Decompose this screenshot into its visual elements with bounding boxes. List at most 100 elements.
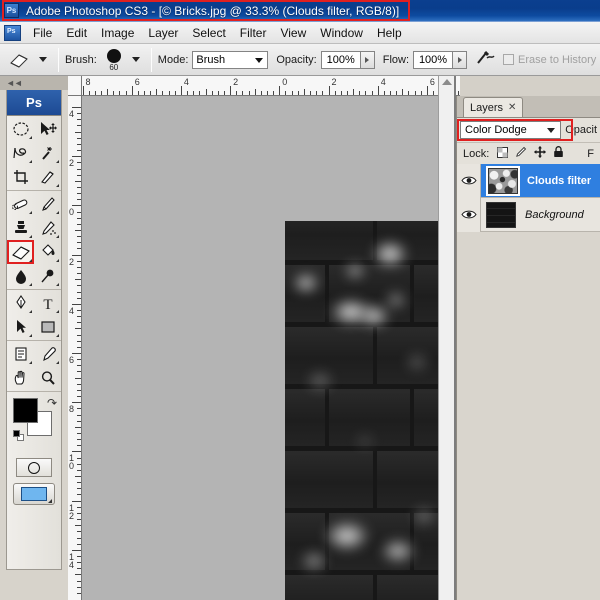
menu-item-filter[interactable]: Filter xyxy=(233,24,274,42)
menu-item-help[interactable]: Help xyxy=(370,24,409,42)
ruler-major-tick xyxy=(72,353,81,354)
eraser-tool[interactable] xyxy=(7,240,34,264)
menu-item-view[interactable]: View xyxy=(273,24,313,42)
healing-brush-tool[interactable] xyxy=(7,192,34,216)
layer-thumbnail-clouds[interactable] xyxy=(488,167,518,194)
brick-mortar-vertical xyxy=(325,265,329,322)
ruler-minor-tick xyxy=(75,525,81,527)
ruler-minor-tick xyxy=(125,91,127,95)
tab-layers[interactable]: Layers ✕ xyxy=(463,97,524,117)
brush-preview[interactable]: 60 xyxy=(101,48,127,72)
ruler-major-tick xyxy=(72,254,81,256)
clouds-glow xyxy=(413,507,435,525)
clouds-glow xyxy=(345,263,365,279)
ruler-minor-tick xyxy=(77,309,81,311)
layer-row-clouds-filter[interactable]: Clouds filter xyxy=(457,163,600,198)
slice-tool[interactable] xyxy=(34,165,61,189)
eyedropper-tool[interactable] xyxy=(34,342,61,366)
pen-tool[interactable] xyxy=(7,291,34,315)
photoshop-icon: Ps xyxy=(4,3,19,18)
app-menu-icon[interactable] xyxy=(4,24,21,41)
quick-mask-icon[interactable] xyxy=(16,458,52,477)
toolbox-header[interactable]: Ps xyxy=(7,90,61,116)
blend-mode-select[interactable]: Color Dodge xyxy=(460,121,562,139)
menu-item-image[interactable]: Image xyxy=(94,24,141,42)
ruler-minor-tick xyxy=(408,91,410,95)
ruler-minor-tick xyxy=(260,91,262,95)
document-image-bricks[interactable] xyxy=(285,221,438,600)
mode-select[interactable]: Brush xyxy=(192,50,269,69)
close-x-icon[interactable]: ✕ xyxy=(508,102,516,113)
menu-bar: File Edit Image Layer Select Filter View… xyxy=(0,22,600,44)
ruler-minor-tick xyxy=(77,217,81,219)
brush-dropdown-icon[interactable] xyxy=(131,57,140,62)
crop-tool[interactable] xyxy=(7,165,34,189)
lock-all-icon[interactable] xyxy=(553,146,564,161)
lock-transparency-icon[interactable] xyxy=(497,146,509,161)
ruler-minor-tick xyxy=(77,543,81,545)
ruler-minor-tick xyxy=(254,89,256,95)
opacity-slider-button[interactable] xyxy=(360,50,375,69)
magic-wand-tool[interactable] xyxy=(34,141,61,165)
clouds-glow xyxy=(373,241,407,267)
marquee-tool[interactable] xyxy=(7,117,34,141)
screen-mode-icon[interactable] xyxy=(13,483,55,505)
clone-stamp-tool[interactable] xyxy=(7,216,34,240)
toolbox-collapse-button[interactable]: ◄◄ xyxy=(0,76,68,90)
menu-item-layer[interactable]: Layer xyxy=(141,24,185,42)
ruler-corner[interactable] xyxy=(68,76,82,96)
opacity-input[interactable]: 100% xyxy=(320,50,361,69)
ruler-minor-tick xyxy=(75,328,81,330)
foreground-color-swatch[interactable] xyxy=(13,398,38,423)
layer-thumbnail-background[interactable] xyxy=(486,201,516,228)
ruler-minor-tick xyxy=(457,91,459,95)
airbrush-icon[interactable] xyxy=(475,49,495,70)
blur-tool[interactable] xyxy=(7,264,34,288)
menu-item-window[interactable]: Window xyxy=(313,24,370,42)
default-colors-icon[interactable] xyxy=(13,430,24,441)
mode-value: Brush xyxy=(196,53,226,66)
current-tool-eraser-icon[interactable] xyxy=(4,48,34,72)
move-tool[interactable] xyxy=(34,117,61,141)
zoom-tool[interactable] xyxy=(34,366,61,390)
layer-row-background[interactable]: Background xyxy=(457,197,600,232)
history-brush-tool[interactable] xyxy=(34,216,61,240)
notes-tool[interactable] xyxy=(7,342,34,366)
ruler-minor-tick xyxy=(77,193,81,195)
erase-to-history-checkbox[interactable] xyxy=(503,54,515,65)
vertical-ruler[interactable]: 4 2 0 2 4 6 8 10 12 14 xyxy=(68,96,82,600)
ruler-minor-tick xyxy=(77,186,81,188)
lock-position-icon[interactable] xyxy=(534,146,547,161)
scroll-up-arrow-icon[interactable] xyxy=(441,79,452,85)
brush-tool[interactable] xyxy=(34,192,61,216)
ruler-minor-tick xyxy=(77,168,81,170)
brick-mortar-vertical xyxy=(410,513,414,570)
lasso-tool[interactable] xyxy=(7,141,34,165)
brick-row xyxy=(285,221,438,260)
flow-slider-button[interactable] xyxy=(453,50,468,69)
paint-bucket-tool[interactable] xyxy=(34,240,61,264)
canvas-area[interactable] xyxy=(82,96,438,600)
canvas-vertical-scrollbar[interactable] xyxy=(438,76,454,600)
hand-tool[interactable] xyxy=(7,366,34,390)
tool-preset-dropdown-icon[interactable] xyxy=(39,57,47,62)
ruler-minor-tick xyxy=(77,113,81,115)
brick-mortar-vertical xyxy=(325,389,329,446)
layer-visibility-toggle-background[interactable] xyxy=(457,197,481,232)
ruler-minor-tick xyxy=(273,91,275,95)
ruler-minor-tick xyxy=(236,91,238,95)
menu-item-file[interactable]: File xyxy=(26,24,59,42)
layer-visibility-toggle-clouds[interactable] xyxy=(457,163,481,198)
lock-image-pixels-icon[interactable] xyxy=(515,146,527,161)
dodge-tool[interactable] xyxy=(34,264,61,288)
horizontal-ruler[interactable]: 8 6 4 2 0 2 4 6 xyxy=(68,76,460,96)
path-selection-tool[interactable] xyxy=(7,315,34,339)
flow-input[interactable]: 100% xyxy=(413,50,454,69)
swap-colors-icon[interactable]: ↷ xyxy=(47,396,57,410)
menu-item-select[interactable]: Select xyxy=(185,24,232,42)
shape-tool[interactable] xyxy=(34,315,61,339)
type-tool[interactable]: T xyxy=(34,291,61,315)
layers-tab-strip: Layers ✕ xyxy=(457,96,600,118)
flyout-corner-icon xyxy=(29,133,32,139)
menu-item-edit[interactable]: Edit xyxy=(59,24,94,42)
